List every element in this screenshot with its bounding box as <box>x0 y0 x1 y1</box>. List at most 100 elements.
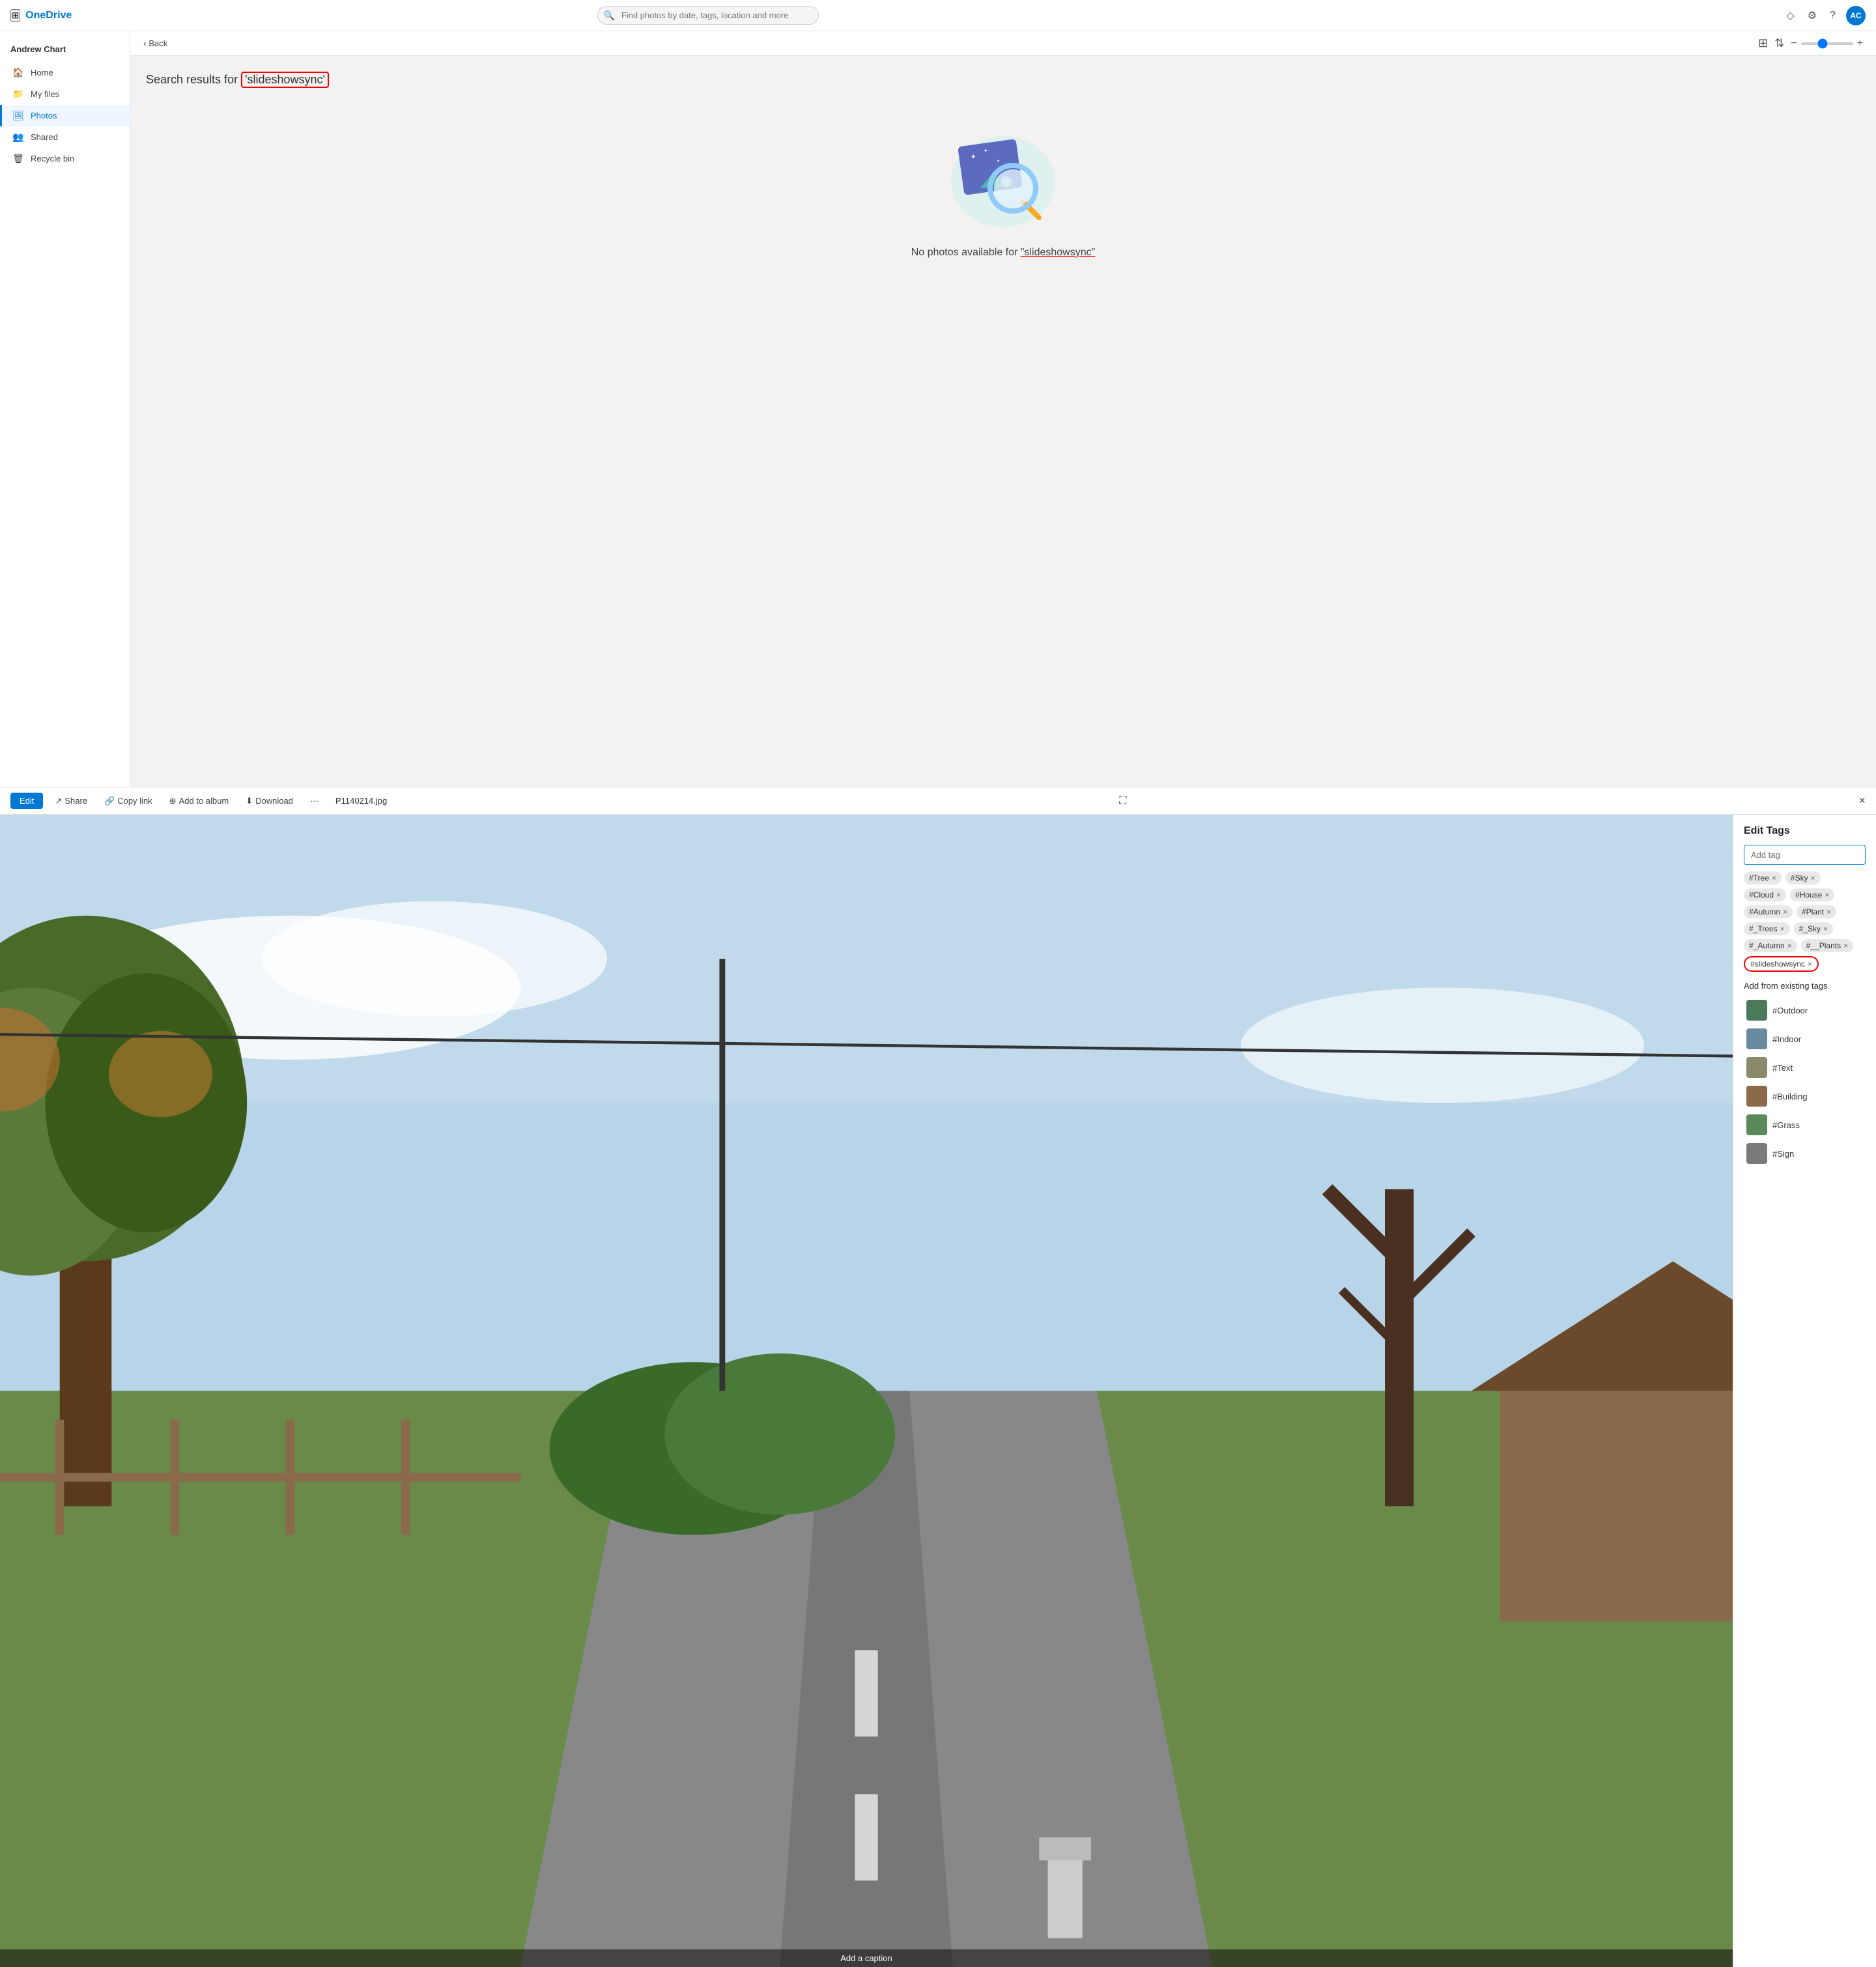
tag-remove-button[interactable]: × <box>1808 959 1812 969</box>
shared-icon: 👥 <box>12 132 24 143</box>
sidebar-item-shared-label: Shared <box>31 132 58 142</box>
tag-remove-button[interactable]: × <box>1772 873 1776 883</box>
toolbar-right: ⊞ ⇅ − + <box>1758 36 1863 50</box>
edit-button[interactable]: Edit <box>10 793 43 809</box>
empty-message-query: "slideshowsync" <box>1021 247 1096 258</box>
sort-button[interactable]: ⇅ <box>1774 36 1784 50</box>
search-input[interactable] <box>597 6 819 25</box>
existing-tag-item[interactable]: #Building <box>1744 1082 1866 1111</box>
diamond-icon[interactable]: ◇ <box>1784 7 1797 25</box>
search-query-highlight: 'slideshowsync' <box>241 72 329 88</box>
share-icon: ↗ <box>55 796 62 806</box>
folder-icon: 📁 <box>12 89 24 100</box>
sidebar-item-recycle-bin[interactable]: 🗑 Recycle bin <box>0 148 130 169</box>
sidebar-item-photos-label: Photos <box>31 111 57 120</box>
edit-tags-title: Edit Tags <box>1744 825 1866 837</box>
back-arrow-icon: ‹ <box>143 38 146 48</box>
existing-tag-thumb <box>1746 1143 1767 1164</box>
tag-remove-button[interactable]: × <box>1826 907 1831 916</box>
help-icon[interactable]: ? <box>1827 7 1838 24</box>
tag-remove-button[interactable]: × <box>1783 907 1787 916</box>
existing-tag-thumb <box>1746 1057 1767 1078</box>
empty-message-prefix: No photos available for <box>911 247 1021 258</box>
results-title-prefix: Search results for <box>146 73 241 86</box>
photo-viewer-toolbar: Edit ↗ Share 🔗 Copy link ⊕ Add to album … <box>0 787 1876 815</box>
existing-tag-item[interactable]: #Outdoor <box>1744 996 1866 1025</box>
sidebar-item-home[interactable]: 🏠 Home <box>0 62 130 83</box>
fullscreen-button[interactable]: ⛶ <box>1119 795 1126 807</box>
sidebar-item-recycle-bin-label: Recycle bin <box>31 154 74 163</box>
tag-chip: #Cloud× <box>1744 888 1786 901</box>
copy-link-button[interactable]: 🔗 Copy link <box>99 793 158 809</box>
add-to-album-button[interactable]: ⊕ Add to album <box>164 793 234 809</box>
tag-chip: #Plant× <box>1797 905 1836 918</box>
more-icon: ··· <box>310 796 319 806</box>
tag-remove-button[interactable]: × <box>1823 924 1828 933</box>
tag-remove-button[interactable]: × <box>1780 924 1785 933</box>
tag-remove-button[interactable]: × <box>1825 890 1829 899</box>
tag-chip: #_Trees× <box>1744 922 1790 935</box>
more-options-button[interactable]: ··· <box>305 793 324 808</box>
close-button[interactable]: × <box>1858 794 1866 808</box>
photo-caption[interactable]: Add a caption <box>0 1949 1733 1967</box>
edit-tags-panel: Edit Tags #Tree×#Sky×#Cloud×#House×#Autu… <box>1733 815 1876 1967</box>
tag-chip: #__Plants× <box>1801 939 1853 952</box>
sidebar-item-my-files-label: My files <box>31 89 59 99</box>
tag-chip: #Tree× <box>1744 871 1782 884</box>
home-icon: 🏠 <box>12 67 24 78</box>
svg-text:✦: ✦ <box>984 148 988 154</box>
existing-tag-item[interactable]: #Indoor <box>1744 1025 1866 1053</box>
grid-menu-icon[interactable]: ⊞ <box>10 9 20 22</box>
tag-chip: #Autumn× <box>1744 905 1793 918</box>
results-title: Search results for 'slideshowsync' <box>146 72 329 88</box>
caption-placeholder: Add a caption <box>840 1953 892 1963</box>
share-label: Share <box>64 796 87 806</box>
empty-state-text: No photos available for "slideshowsync" <box>911 247 1096 259</box>
existing-tag-thumb <box>1746 1028 1767 1049</box>
download-icon: ⬇ <box>246 796 253 806</box>
back-button[interactable]: ‹ Back <box>143 38 167 48</box>
topbar: ⊞ OneDrive 🔍 ◇ ⚙ ? AC <box>0 0 1876 31</box>
tag-remove-button[interactable]: × <box>1811 873 1815 883</box>
existing-tag-thumb <box>1746 1114 1767 1135</box>
existing-tag-name: #Outdoor <box>1772 1006 1808 1015</box>
tag-remove-button[interactable]: × <box>1787 941 1792 950</box>
photos-icon: 🖼 <box>12 110 24 121</box>
tag-remove-button[interactable]: × <box>1776 890 1781 899</box>
existing-tag-name: #Sign <box>1772 1149 1794 1159</box>
brand: ⊞ OneDrive <box>10 9 115 22</box>
sidebar-item-photos[interactable]: 🖼 Photos <box>0 105 130 126</box>
sidebar-user-name: Andrew Chart <box>0 39 130 62</box>
photo-viewer: Edit ↗ Share 🔗 Copy link ⊕ Add to album … <box>0 787 1876 1967</box>
tag-remove-button[interactable]: × <box>1843 941 1848 950</box>
album-icon: ⊕ <box>169 796 177 806</box>
sidebar-item-shared[interactable]: 👥 Shared <box>0 126 130 148</box>
add-tag-input[interactable] <box>1744 845 1866 865</box>
tag-chip: #slideshowsync× <box>1744 956 1819 972</box>
back-label: Back <box>149 38 167 48</box>
settings-icon[interactable]: ⚙ <box>1805 7 1819 25</box>
existing-tag-name: #Building <box>1772 1092 1808 1101</box>
search-icon: 🔍 <box>604 10 615 21</box>
grid-view-button[interactable]: ⊞ <box>1758 36 1768 50</box>
zoom-slider[interactable] <box>1801 42 1853 45</box>
tags-grid: #Tree×#Sky×#Cloud×#House×#Autumn×#Plant×… <box>1744 871 1866 972</box>
download-button[interactable]: ⬇ Download <box>240 793 298 809</box>
zoom-in-button[interactable]: + <box>1857 38 1863 50</box>
svg-text:✦: ✦ <box>997 159 1000 163</box>
share-button[interactable]: ↗ Share <box>50 793 92 809</box>
file-name-label: P1140214.jpg <box>335 796 387 806</box>
tag-chip: #House× <box>1790 888 1834 901</box>
avatar[interactable]: AC <box>1846 6 1866 25</box>
existing-tag-item[interactable]: #Text <box>1744 1053 1866 1082</box>
sidebar-item-home-label: Home <box>31 68 53 78</box>
existing-tag-name: #Text <box>1772 1063 1793 1073</box>
sidebar-item-my-files[interactable]: 📁 My files <box>0 83 130 105</box>
svg-text:✦: ✦ <box>971 154 976 161</box>
topbar-actions: ◇ ⚙ ? AC <box>1784 6 1866 25</box>
existing-tag-item[interactable]: #Sign <box>1744 1139 1866 1168</box>
zoom-out-button[interactable]: − <box>1791 38 1797 50</box>
existing-tag-item[interactable]: #Grass <box>1744 1111 1866 1139</box>
existing-tag-thumb <box>1746 1086 1767 1107</box>
brand-name: OneDrive <box>25 10 72 21</box>
